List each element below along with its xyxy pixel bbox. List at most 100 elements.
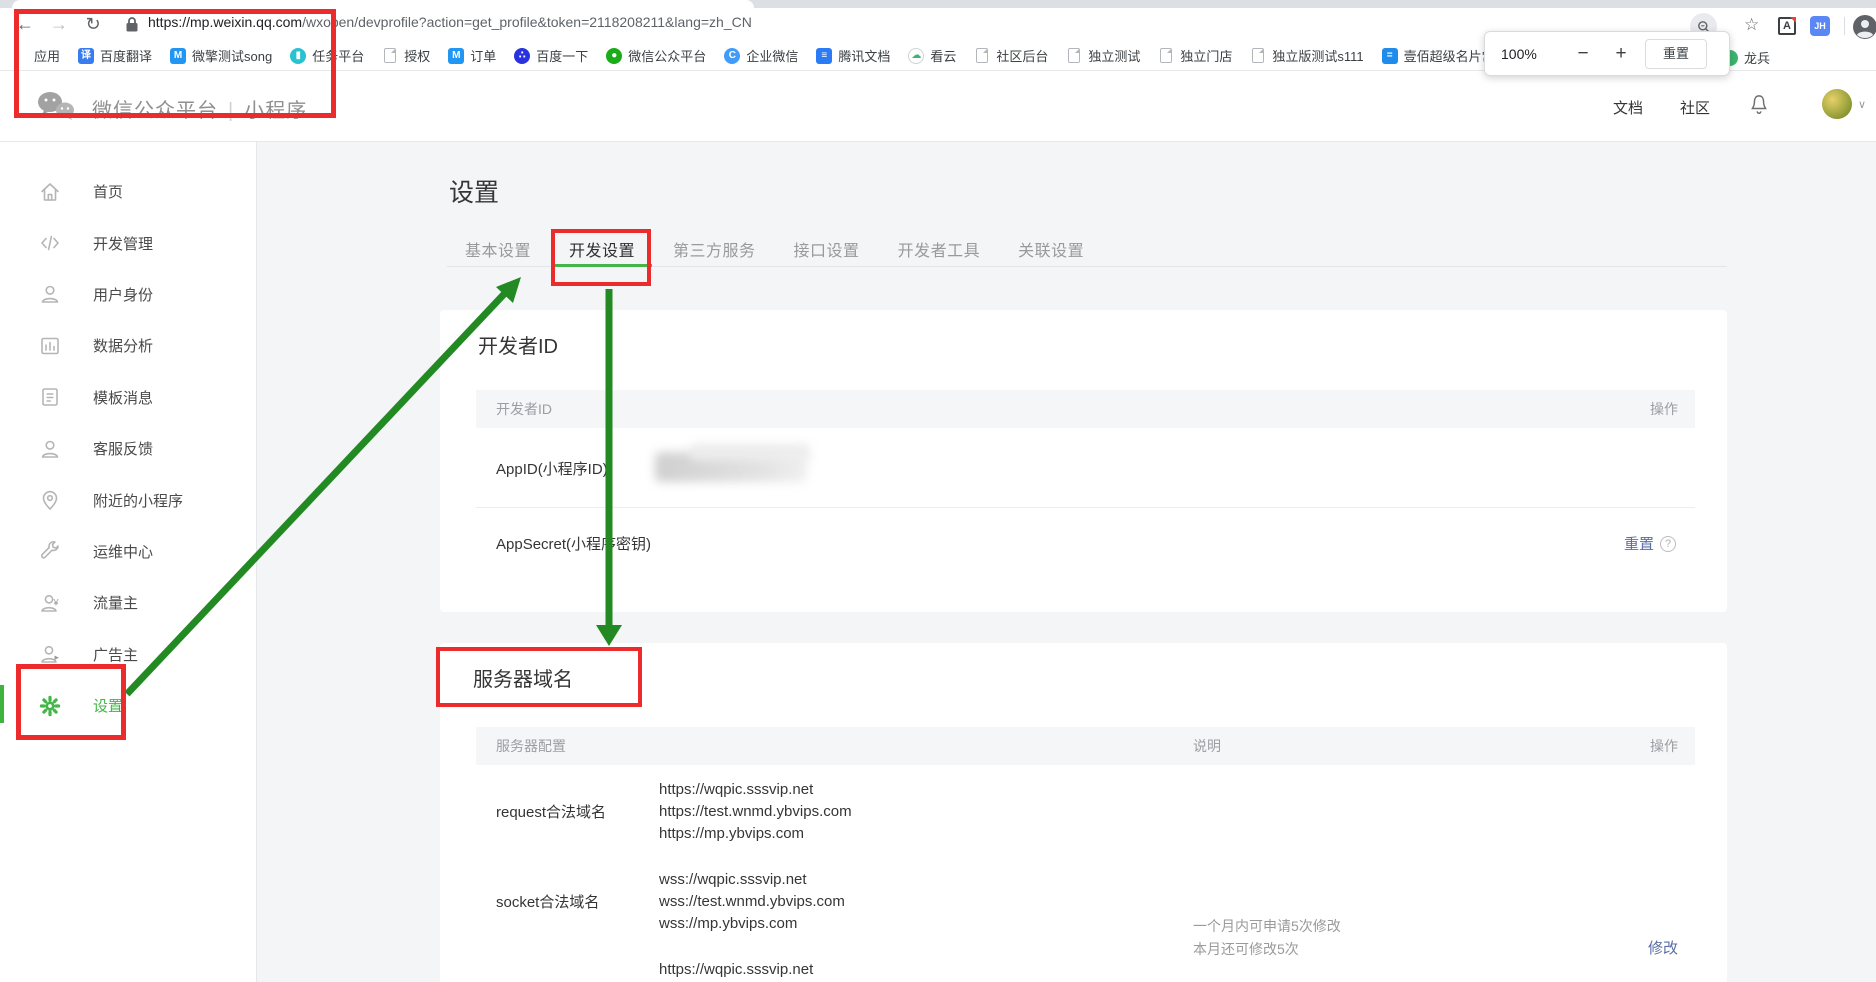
bookmark-star-icon[interactable]: ☆ (1744, 15, 1759, 35)
sidebar-item[interactable]: 设置 (0, 680, 256, 731)
sidebar-item[interactable]: 首页 (0, 166, 256, 217)
sidebar-item-label: 模板消息 (93, 387, 153, 408)
bookmark-label: 看云 (930, 46, 956, 65)
account-avatar[interactable] (1822, 89, 1852, 119)
tab-label: 开发者工具 (898, 243, 981, 260)
domain-line: wss://wqpic.sssvip.net (659, 869, 845, 891)
bookmark-label: 授权 (404, 46, 430, 65)
screenshot-root: ← → ↻ https://mp.weixin.qq.com/wxopen/de… (0, 0, 1876, 982)
bookmark-item[interactable]: ▮ 任务平台 (290, 46, 364, 65)
bookmark-item[interactable]: 应用 (12, 46, 60, 65)
extension-jh-icon[interactable]: JH (1810, 16, 1830, 36)
forward-icon[interactable]: → (46, 11, 72, 37)
server-domain-table-header: 服务器配置 说明 操作 (476, 727, 1695, 765)
bookmark-label: 独立版测试s111 (1272, 46, 1363, 65)
wechat-logo-icon (36, 89, 76, 128)
server-domain-section: 服务器域名 服务器配置 说明 操作 request合法域名 https://wq… (440, 643, 1727, 982)
bookmark-item[interactable]: 独立门店 (1158, 46, 1232, 65)
sidebar-item[interactable]: 客服反馈 (0, 423, 256, 474)
sidebar-item[interactable]: 模板消息 (0, 372, 256, 423)
sidebar-item[interactable]: 数据分析 (0, 320, 256, 371)
note-line: 一个月内可申请5次修改 (1193, 915, 1341, 938)
sidebar-item-label: 附近的小程序 (93, 490, 183, 511)
tab-label: 开发设置 (569, 243, 635, 260)
bookmark-item[interactable]: M 微擎测试song (170, 46, 272, 65)
main-content: 设置 基本设置 开发设置 第三方服务 接口设置 (257, 142, 1876, 982)
nav-docs-link[interactable]: 文档 (1613, 97, 1643, 118)
chevron-down-icon[interactable]: ∨ (1858, 98, 1866, 111)
zoom-reset-button[interactable]: 重置 (1645, 39, 1707, 69)
sidebar-active-indicator (0, 685, 4, 723)
zoom-in-button[interactable]: + (1609, 43, 1633, 65)
appsecret-label: AppSecret(小程序密钥) (496, 533, 651, 554)
svg-text:¥: ¥ (53, 597, 60, 607)
col-action: 操作 (1650, 727, 1678, 765)
user-icon (38, 282, 62, 306)
bookmark-item[interactable]: C 企业微信 (724, 46, 798, 65)
bookmark-item[interactable]: ≡ 腾讯文档 (816, 46, 890, 65)
sidebar-item[interactable]: 开发管理 (0, 217, 256, 268)
bookmark-item[interactable]: ● 微信公众平台 (606, 46, 706, 65)
home-icon (38, 180, 62, 204)
refresh-icon[interactable]: ↻ (80, 11, 106, 37)
order-icon: M (448, 48, 464, 64)
bookmark-label: 企业微信 (746, 46, 798, 65)
toolbar-separator (1844, 17, 1845, 35)
doc-icon (1252, 48, 1264, 63)
bookmark-item[interactable]: 授权 (382, 46, 430, 65)
reset-link[interactable]: 重置 (1624, 533, 1654, 554)
wrench-icon (38, 539, 62, 563)
bookmark-item[interactable]: 独立版测试s111 (1250, 46, 1363, 65)
bookmark-item[interactable]: 社区后台 (974, 46, 1048, 65)
sidebar-item[interactable]: 广告主 (0, 629, 256, 680)
bookmark-label: 订单 (470, 46, 496, 65)
bookmark-item[interactable]: 译 百度翻译 (78, 46, 152, 65)
bookmark-item[interactable]: M 订单 (448, 46, 496, 65)
sidebar-item-label: 开发管理 (93, 233, 153, 254)
location-icon (38, 488, 62, 512)
col-description: 说明 (1193, 727, 1221, 765)
modify-link[interactable]: 修改 (1648, 940, 1678, 957)
bookmark-label: 独立门店 (1180, 46, 1232, 65)
sidebar-item[interactable]: ¥ 流量主 (0, 577, 256, 628)
note-line: 本月还可修改5次 (1193, 938, 1341, 961)
baidu-translate-icon: 译 (78, 48, 94, 64)
url-bar[interactable]: https://mp.weixin.qq.com/wxopen/devprofi… (148, 14, 752, 30)
code-icon (38, 231, 62, 255)
sidebar-item[interactable]: 附近的小程序 (0, 474, 256, 525)
domain-line: https://mp.ybvips.com (659, 823, 852, 845)
bookmark-item[interactable]: ∴ 百度一下 (514, 46, 588, 65)
modify-quota-note: 一个月内可申请5次修改本月还可修改5次 (1193, 915, 1341, 961)
padlock-icon (125, 16, 139, 38)
sidebar-item[interactable]: 运维中心 (0, 526, 256, 577)
back-icon[interactable]: ← (12, 11, 38, 37)
domain-line: https://wqpic.sssvip.net (659, 779, 852, 801)
doc-icon (976, 48, 988, 63)
nav-community-link[interactable]: 社区 (1680, 97, 1710, 118)
appsecret-actions: 重置 ? (1624, 533, 1676, 554)
zoom-level-value: 100% (1501, 46, 1545, 62)
help-question-icon[interactable]: ? (1660, 536, 1676, 552)
socket-domain-label: socket合法域名 (496, 891, 599, 912)
domain-line: wss://test.wnmd.ybvips.com (659, 891, 845, 913)
domain-line: https://test.wnmd.ybvips.com (659, 801, 852, 823)
notification-bell-icon[interactable] (1748, 93, 1770, 122)
bookmark-item[interactable]: 独立测试 (1066, 46, 1140, 65)
server-domain-title: 服务器域名 (473, 663, 573, 692)
browser-active-tab[interactable] (12, 0, 754, 8)
bookmark-label: 微擎测试song (192, 46, 272, 65)
bookmark-label: 任务平台 (312, 46, 364, 65)
extension-a-icon[interactable]: A (1778, 17, 1796, 35)
brand-divider: | (228, 100, 234, 122)
sidebar-item[interactable]: 用户身份 (0, 269, 256, 320)
wechat-header: 微信公众平台|小程序 文档 社区 ∨ (0, 71, 1876, 142)
bookmark-label: 百度翻译 (100, 46, 152, 65)
bookmark-item[interactable]: ☁ 看云 (908, 46, 956, 65)
developer-id-table-header: 开发者ID 操作 (476, 390, 1695, 428)
domain-line: wss://mp.ybvips.com (659, 913, 845, 935)
appid-redacted-value-highlight (690, 444, 810, 460)
zoom-out-button[interactable]: − (1571, 43, 1595, 65)
bookmark-label: 腾讯文档 (838, 46, 890, 65)
sidebar-item-label: 运维中心 (93, 541, 153, 562)
bookmark-label: 百度一下 (536, 46, 588, 65)
